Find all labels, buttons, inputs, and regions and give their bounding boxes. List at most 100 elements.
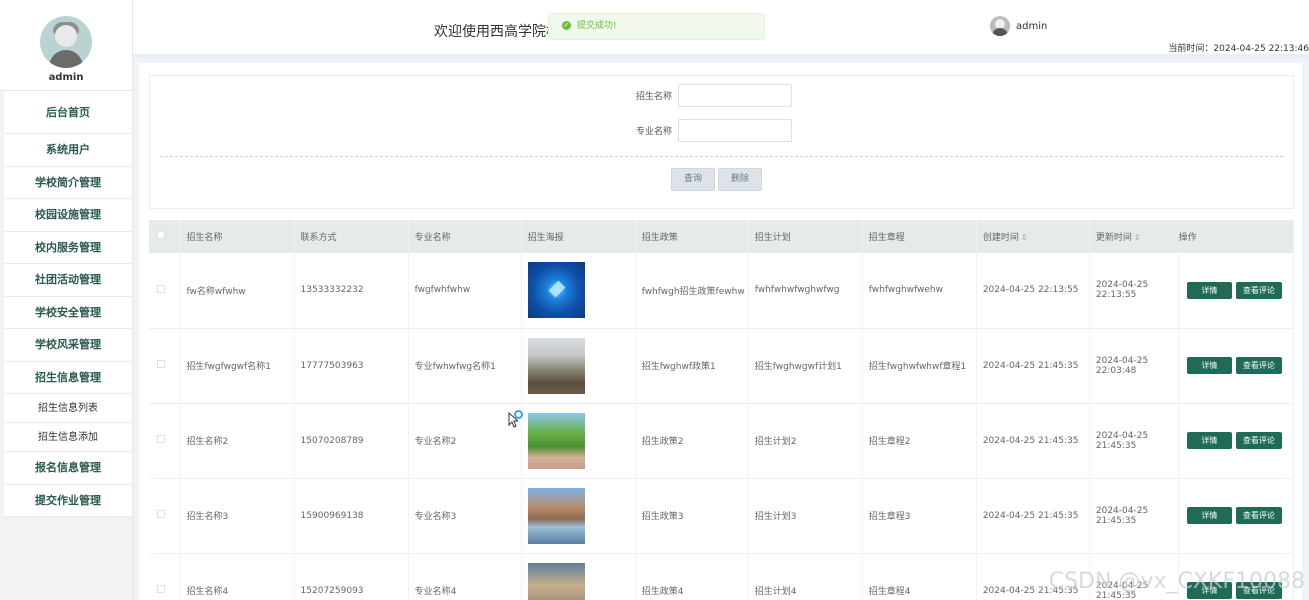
col-header-created-label: 创建时间 (982, 233, 1019, 243)
col-header-actions: 操作 (1178, 233, 1197, 243)
col-header-charter: 招生章程 (862, 220, 977, 253)
menu-item-homework[interactable]: 提交作业管理 (4, 484, 132, 517)
menu-item-facilities[interactable]: 校园设施管理 (4, 199, 132, 232)
poster-image[interactable] (527, 262, 585, 319)
query-button[interactable]: 查询 (671, 168, 715, 191)
admission-table: 招生名称 联系方式 专业名称 招生海报 招生政策 招生计划 招生章程 创建时间 ⇕… (149, 220, 1295, 600)
detail-button[interactable]: 详情 (1186, 281, 1232, 299)
submenu-item-admission-list[interactable]: 招生信息列表 (4, 394, 132, 423)
major-name-label: 专业名称 (635, 127, 672, 137)
cell-actions: 详情 查看评论 (1178, 253, 1295, 329)
detail-button[interactable]: 详情 (1186, 357, 1232, 374)
cell-phone: 13533332232 (294, 253, 409, 329)
poster-image[interactable] (527, 487, 585, 544)
cell-policy: 招生政策2 (635, 403, 749, 479)
avatar (40, 16, 92, 68)
cell-major: 专业fwhwfwg名称1 (408, 328, 522, 404)
cell-actions: 详情 查看评论 (1178, 478, 1295, 554)
view-comments-button[interactable]: 查看评论 (1235, 357, 1282, 374)
table-row: 招生名称3 15900969138 专业名称3 招生政策3 招生计划3 招生章程… (149, 478, 1295, 554)
cell-poster (521, 253, 636, 329)
cell-poster (521, 403, 636, 479)
major-name-input[interactable] (678, 119, 792, 142)
header-user[interactable]: admin (990, 16, 1047, 36)
success-toast: ✓ 提交成功! (548, 13, 765, 40)
poster-image[interactable] (527, 562, 585, 600)
row-checkbox[interactable] (157, 510, 165, 518)
header: 欢迎使用西高学院校 ✓ 提交成功! admin 当前时间：2024-04-25 2… (133, 0, 1309, 58)
cell-major: 专业名称2 (408, 403, 522, 479)
cell-poster (521, 328, 636, 404)
view-comments-button[interactable]: 查看评论 (1235, 281, 1282, 299)
row-checkbox[interactable] (157, 284, 165, 293)
cell-policy: 招生政策3 (635, 478, 749, 554)
row-checkbox[interactable] (157, 435, 165, 443)
table-row: 招生fwgfwgwf名称1 17777503963 专业fwhwfwg名称1 招… (149, 328, 1295, 404)
cell-created: 2024-04-25 21:45:35 (976, 478, 1090, 554)
watermark: CSDN @vx_CXKF10088 (1048, 569, 1305, 594)
row-checkbox[interactable] (157, 360, 165, 368)
cell-plan: fwhfwhwfwghwfwg (748, 253, 863, 329)
delete-button[interactable]: 删除 (718, 168, 762, 191)
sort-icon[interactable]: ⇕ (1021, 233, 1028, 242)
menu-item-style[interactable]: 学校风采管理 (4, 329, 132, 362)
submenu-item-admission-add[interactable]: 招生信息添加 (4, 423, 132, 452)
col-header-poster: 招生海报 (521, 220, 636, 253)
view-comments-button[interactable]: 查看评论 (1235, 432, 1282, 449)
menu-item-registrations[interactable]: 报名信息管理 (4, 452, 132, 485)
page-title: 欢迎使用西高学院校 (434, 24, 560, 40)
select-all-checkbox[interactable] (157, 231, 165, 239)
col-header-plan: 招生计划 (748, 220, 863, 253)
menu-item-services[interactable]: 校内服务管理 (4, 231, 132, 264)
cell-charter: 招生章程4 (862, 553, 977, 600)
admission-name-label: 招生名称 (635, 92, 672, 102)
menu-item-users[interactable]: 系统用户 (4, 134, 132, 167)
sidebar-profile: admin (0, 0, 132, 91)
cell-charter: 招生章程3 (862, 478, 977, 554)
cell-plan: 招生fwghwgwf计划1 (748, 328, 863, 404)
cell-name: 招生名称4 (180, 553, 295, 600)
menu-item-clubs[interactable]: 社团活动管理 (4, 264, 132, 297)
view-comments-button[interactable]: 查看评论 (1235, 507, 1282, 524)
menu-item-home[interactable]: 后台首页 (4, 91, 132, 134)
search-row-name: 招生名称 (610, 84, 792, 107)
current-time: 当前时间：2024-04-25 22:13:46 (1168, 44, 1309, 54)
col-header-created[interactable]: 创建时间 ⇕ (976, 220, 1090, 253)
row-checkbox[interactable] (157, 585, 165, 593)
menu-item-admissions[interactable]: 招生信息管理 (4, 361, 132, 394)
col-header-major: 专业名称 (408, 220, 522, 253)
cell-actions: 详情 查看评论 (1178, 403, 1295, 479)
poster-image[interactable] (527, 337, 585, 394)
toast-message: 提交成功! (577, 21, 617, 31)
cell-name: 招生名称3 (180, 478, 295, 554)
cell-name: 招生名称2 (180, 403, 295, 479)
cell-created: 2024-04-25 21:45:35 (976, 403, 1090, 479)
cell-plan: 招生计划3 (748, 478, 863, 554)
cell-actions: 详情 查看评论 (1178, 328, 1295, 404)
col-header-name: 招生名称 (180, 220, 295, 253)
sort-icon[interactable]: ⇕ (1134, 233, 1141, 242)
cell-name: 招生fwgfwgwf名称1 (180, 328, 295, 404)
mouse-cursor-icon (508, 412, 518, 428)
divider (160, 156, 1283, 157)
sidebar-username: admin (48, 72, 84, 83)
col-header-phone: 联系方式 (294, 220, 409, 253)
table-header-row: 招生名称 联系方式 专业名称 招生海报 招生政策 招生计划 招生章程 创建时间 ⇕… (149, 220, 1295, 253)
cell-charter: 招生fwghwfwhwf章程1 (862, 328, 977, 404)
col-header-updated[interactable]: 更新时间 ⇕ 操作 (1089, 220, 1295, 253)
header-username[interactable]: admin (1016, 21, 1047, 32)
cell-charter: 招生章程2 (862, 403, 977, 479)
cell-policy: fwhfwgh招生政策fewhw (635, 253, 749, 329)
sidebar: admin 后台首页 系统用户 学校简介管理 校园设施管理 校内服务管理 社团活… (0, 0, 133, 600)
detail-button[interactable]: 详情 (1186, 432, 1232, 449)
poster-image[interactable] (527, 412, 585, 469)
menu-item-safety[interactable]: 学校安全管理 (4, 296, 132, 329)
admission-name-input[interactable] (678, 84, 792, 107)
cell-updated: 2024-04-25 21:45:35 (1089, 403, 1179, 479)
cell-poster (521, 478, 636, 554)
detail-button[interactable]: 详情 (1186, 507, 1232, 524)
cell-charter: fwhfwghwfwehw (862, 253, 977, 329)
user-avatar-icon[interactable] (990, 16, 1010, 36)
menu-item-school-intro[interactable]: 学校简介管理 (4, 166, 132, 199)
check-circle-icon: ✓ (562, 21, 571, 30)
